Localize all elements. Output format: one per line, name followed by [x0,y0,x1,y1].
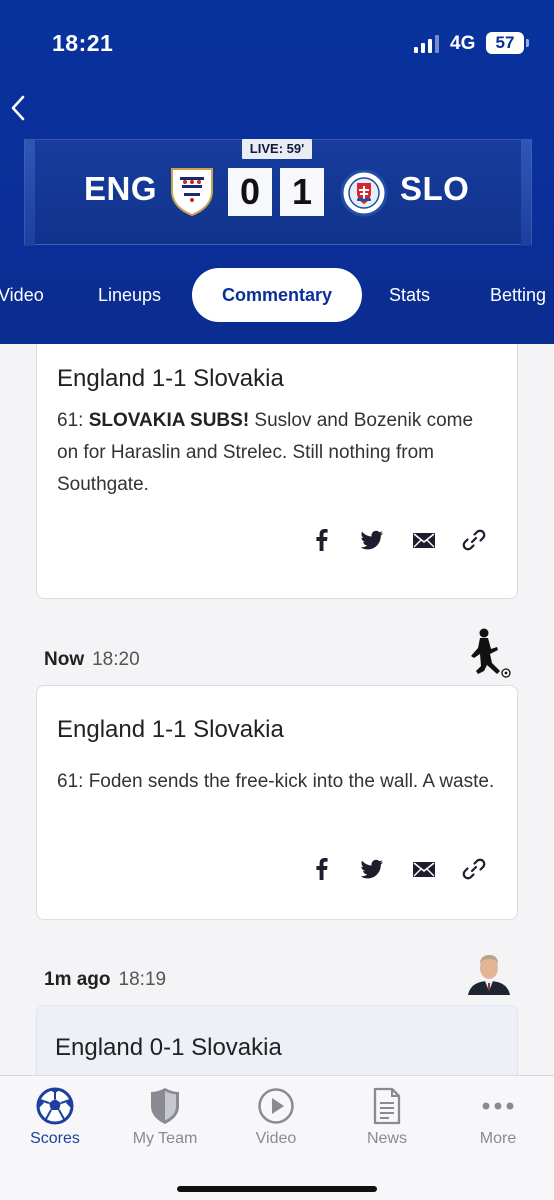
nav-scores[interactable]: Scores [0,1076,110,1166]
twitter-icon[interactable] [359,527,385,553]
entry-timestamp: 1m ago 18:19 [44,969,166,991]
commentary-feed[interactable]: England 1-1 Slovakia 61: SLOVAKIA SUBS! … [0,344,554,1075]
facebook-icon[interactable] [309,527,335,553]
signal-icon [414,35,440,53]
bottom-nav: Scores My Team Video News More [0,1075,554,1200]
battery-icon: 57 [486,32,524,54]
entry-timestamp: Now 18:20 [44,649,140,671]
live-badge: LIVE: 59' [242,139,312,159]
nav-more[interactable]: More [443,1076,553,1166]
status-time: 18:21 [52,30,114,56]
tab-lineups[interactable]: Lineups [98,268,161,322]
tab-stats[interactable]: Stats [389,268,430,322]
match-tabs: Video Lineups Commentary Stats Betting [0,268,554,322]
chevron-left-icon [11,95,25,121]
nav-label: Video [255,1130,297,1147]
card-body: 61: Foden sends the free-kick into the w… [57,771,495,792]
nav-label: Scores [30,1130,80,1147]
away-score: 1 [280,168,324,216]
tab-commentary[interactable]: Commentary [192,268,362,322]
network-type: 4G [450,33,476,54]
clock-time: 18:20 [92,649,140,670]
england-crest-icon [170,167,214,217]
card-title: England 1-1 Slovakia [57,716,284,743]
footballer-icon [466,627,514,679]
home-indicator [177,1186,377,1192]
battery-level: 57 [495,33,515,52]
nav-label: More [479,1130,517,1147]
nav-news[interactable]: News [332,1076,442,1166]
tab-video[interactable]: Video [0,268,44,322]
tab-betting[interactable]: Betting [490,268,546,322]
card-title: England 0-1 Slovakia [55,1034,282,1061]
nav-my-team[interactable]: My Team [110,1076,220,1166]
commentary-card: England 0-1 Slovakia [36,1005,518,1075]
twitter-icon[interactable] [359,856,385,882]
scoreboard-edge-left [25,140,35,246]
clock-time: 18:19 [118,969,167,990]
nav-label: News [366,1130,407,1147]
battery-cap [526,39,529,47]
card-body-highlight: SLOVAKIA SUBS! [88,410,250,431]
away-team-name: SLO [400,170,470,207]
more-icon [478,1086,518,1126]
commentary-card: England 1-1 Slovakia 61: SLOVAKIA SUBS! … [36,344,518,599]
card-body: 61: SLOVAKIA SUBS! Suslov and Bozenik co… [57,405,497,501]
home-score: 0 [228,168,272,216]
relative-time: Now [44,649,85,670]
back-button[interactable] [6,92,32,124]
link-icon[interactable] [461,856,487,882]
home-team-name: ENG [84,170,158,207]
email-icon[interactable] [411,527,437,553]
document-icon [367,1086,407,1126]
scoreboard-edge-right [521,140,531,246]
shield-icon [145,1086,185,1126]
nav-video[interactable]: Video [221,1076,331,1166]
card-title: England 1-1 Slovakia [57,365,284,392]
football-icon [35,1086,75,1126]
commentary-card: England 1-1 Slovakia 61: Foden sends the… [36,685,518,920]
slovakia-crest-icon [340,169,388,217]
card-body-prefix: 61: [57,410,89,431]
status-bar: 18:21 4G 57 [0,0,554,80]
email-icon[interactable] [411,856,437,882]
facebook-icon[interactable] [309,856,335,882]
commentator-avatar [466,947,512,995]
match-header: 18:21 4G 57 LIVE: 59' ENG 0 1 SLO Video … [0,0,554,344]
play-icon [256,1086,296,1126]
relative-time: 1m ago [44,969,111,990]
link-icon[interactable] [461,527,487,553]
nav-label: My Team [132,1130,198,1147]
